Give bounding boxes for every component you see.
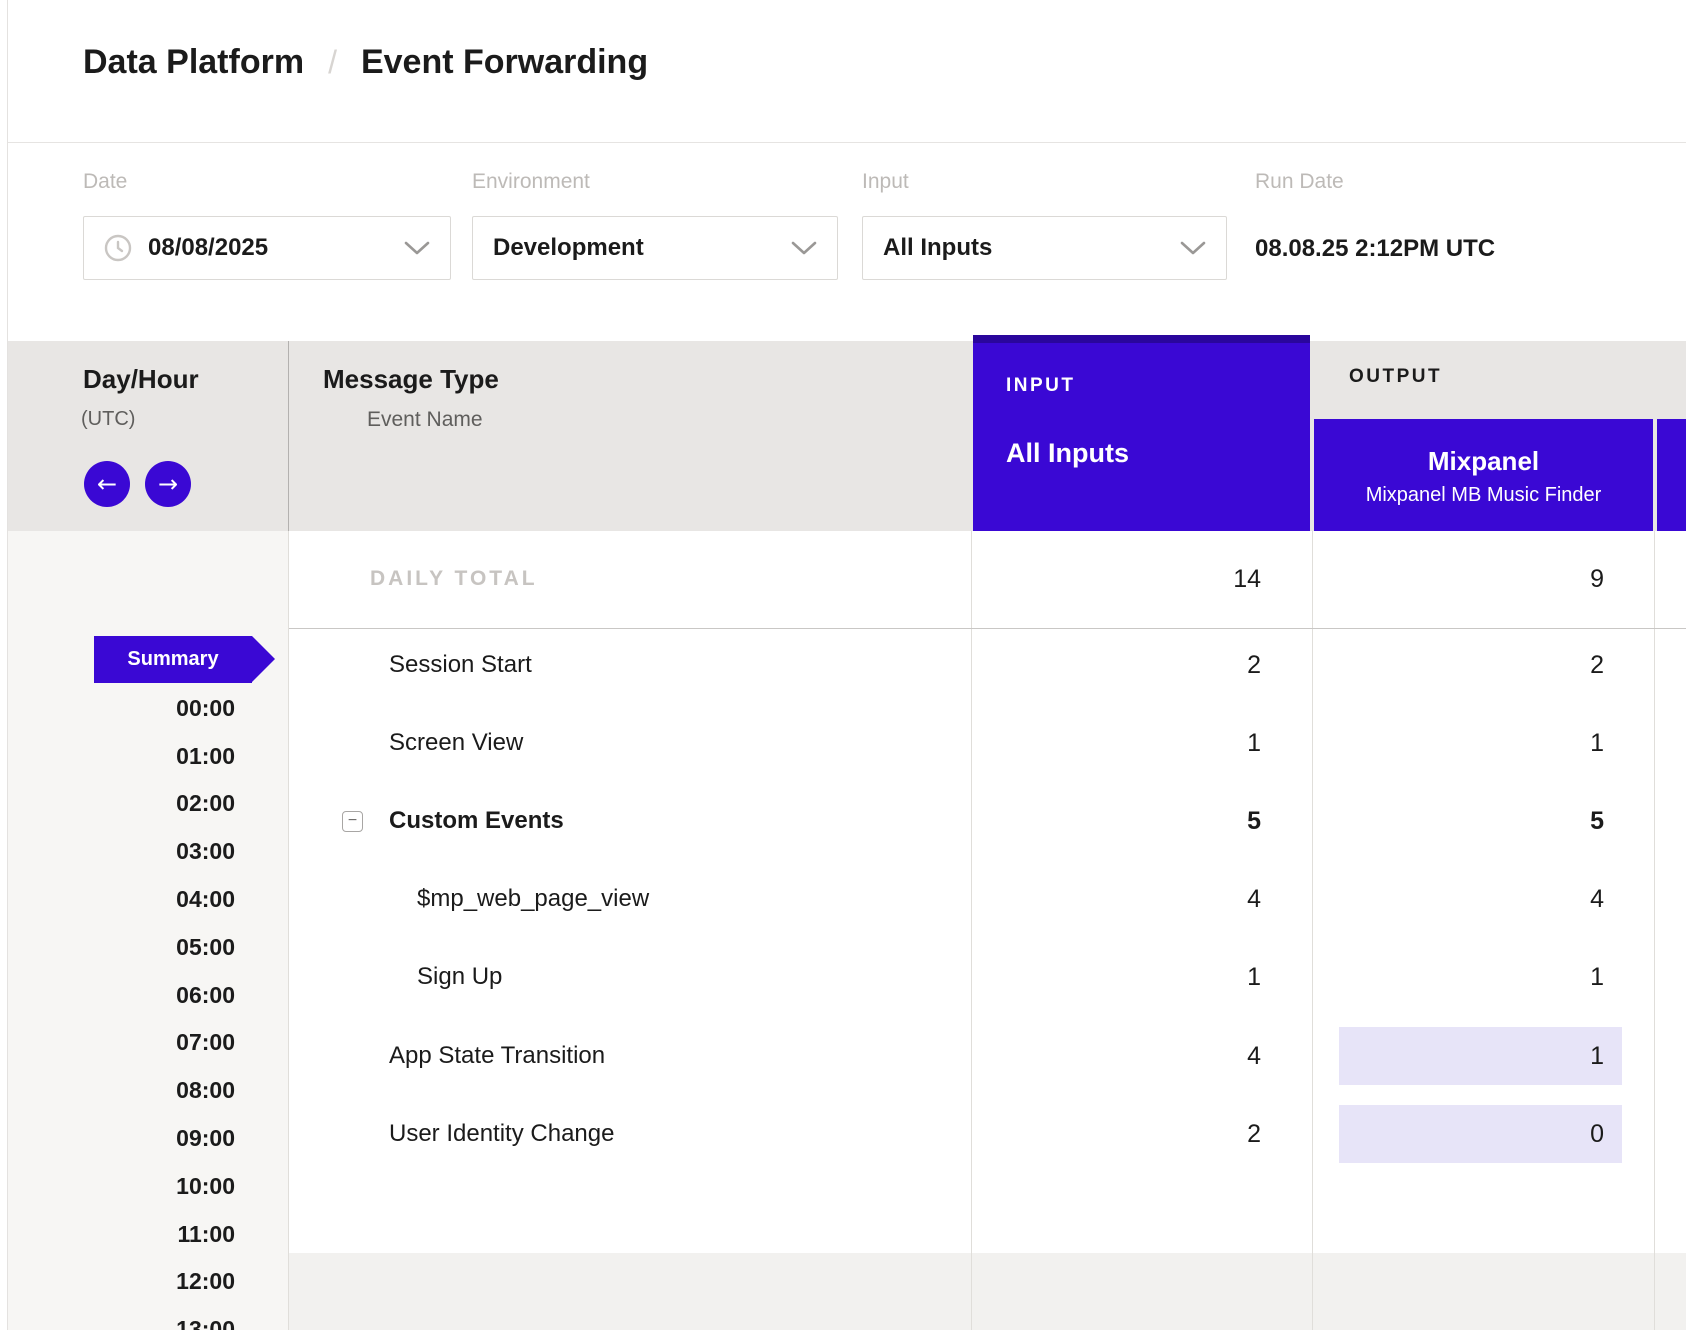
page-title: Event Forwarding	[361, 43, 648, 82]
date-dropdown[interactable]: 08/08/2025	[83, 216, 451, 280]
input-cell: 5	[1247, 806, 1261, 836]
output-column-header-mixpanel[interactable]: Mixpanel Mixpanel MB Music Finder	[1314, 419, 1653, 531]
hour-row-label: 05:00	[60, 934, 235, 960]
input-column-header[interactable]: INPUT All Inputs	[973, 335, 1310, 531]
output-cell: 4	[1590, 884, 1604, 914]
hour-row-label: 04:00	[60, 886, 235, 912]
environment-dropdown[interactable]: Development	[472, 216, 838, 280]
output-cell: 2	[1590, 650, 1604, 680]
event-forwarding-page: Data Platform / Event Forwarding Date En…	[0, 0, 1686, 1330]
output-column-header-partial[interactable]	[1657, 419, 1686, 531]
hour-row-label: 06:00	[60, 982, 235, 1008]
input-cell: 4	[1247, 1041, 1261, 1071]
breadcrumb-separator: /	[328, 44, 337, 81]
hour-row-label: 03:00	[60, 838, 235, 864]
column-divider	[1312, 531, 1313, 1330]
hour-row-label: 07:00	[60, 1029, 235, 1055]
row-label: App State Transition	[389, 1042, 605, 1070]
row-label: Custom Events	[389, 807, 564, 835]
input-cell: 1	[1247, 728, 1261, 758]
date-filter-label: Date	[83, 170, 127, 194]
output-cell: 1	[1590, 962, 1604, 992]
hour-row-label: 13:00	[60, 1316, 235, 1330]
summary-row-tab[interactable]: Summary	[94, 636, 252, 683]
chevron-down-icon	[404, 241, 430, 256]
hour-row-label: 12:00	[60, 1268, 235, 1294]
summary-label: Summary	[127, 648, 218, 671]
output-cell: 0	[1590, 1119, 1604, 1149]
clock-icon	[104, 234, 132, 262]
previous-day-button[interactable]: ←	[84, 461, 130, 507]
column-divider	[288, 531, 289, 1330]
row-label: Sign Up	[417, 963, 502, 991]
run-date-label: Run Date	[1255, 170, 1344, 194]
run-date-value: 08.08.25 2:12PM UTC	[1255, 235, 1495, 263]
input-filter-label: Input	[862, 170, 909, 194]
hour-row-label: 10:00	[60, 1173, 235, 1199]
row-label: User Identity Change	[389, 1120, 614, 1148]
arrow-right-icon: →	[158, 470, 178, 498]
day-hour-timezone: (UTC)	[81, 408, 135, 431]
column-divider	[971, 531, 972, 1330]
hour-row-label: 08:00	[60, 1077, 235, 1103]
highlighted-cell-user-identity-change[interactable]	[1339, 1105, 1622, 1163]
hour-row-label: 01:00	[60, 743, 235, 769]
table-footer-band	[289, 1253, 1686, 1330]
collapse-minus-icon[interactable]: −	[342, 811, 363, 832]
input-eyebrow: INPUT	[1006, 375, 1076, 397]
hour-row-label: 00:00	[60, 695, 235, 721]
column-divider	[1654, 531, 1655, 1330]
chevron-down-icon	[791, 241, 817, 256]
highlighted-cell-app-state-transition[interactable]	[1339, 1027, 1622, 1085]
environment-filter-label: Environment	[472, 170, 590, 194]
hour-row-label: 09:00	[60, 1125, 235, 1151]
output-column-title: Mixpanel	[1314, 446, 1653, 477]
breadcrumb: Data Platform / Event Forwarding	[83, 43, 648, 82]
row-label: Screen View	[389, 729, 523, 757]
input-value: All Inputs	[883, 234, 992, 262]
output-cell: 5	[1590, 806, 1604, 836]
daily-total-label: DAILY TOTAL	[370, 567, 538, 591]
daily-total-input-value: 14	[1233, 564, 1261, 594]
arrow-left-icon: ←	[97, 470, 117, 498]
input-cell: 4	[1247, 884, 1261, 914]
daily-total-divider	[289, 628, 1686, 629]
output-cell: 1	[1590, 728, 1604, 758]
input-column-top-strip	[973, 335, 1310, 343]
input-dropdown[interactable]: All Inputs	[862, 216, 1227, 280]
input-cell: 2	[1247, 1119, 1261, 1149]
day-hour-header: Day/Hour	[83, 364, 199, 395]
row-label: $mp_web_page_view	[417, 885, 649, 913]
breadcrumb-section[interactable]: Data Platform	[83, 43, 304, 82]
header-divider	[8, 142, 1686, 143]
event-name-subheader: Event Name	[367, 408, 483, 432]
input-column-title: All Inputs	[1006, 438, 1129, 469]
hour-row-label: 02:00	[60, 790, 235, 816]
output-eyebrow: OUTPUT	[1349, 366, 1442, 388]
row-label: Session Start	[389, 651, 532, 679]
next-day-button[interactable]: →	[145, 461, 191, 507]
input-cell: 2	[1247, 650, 1261, 680]
chevron-down-icon	[1180, 241, 1206, 256]
date-value: 08/08/2025	[148, 234, 268, 262]
output-cell: 1	[1590, 1041, 1604, 1071]
environment-value: Development	[493, 234, 644, 262]
header-column-divider	[288, 341, 289, 531]
summary-tab-arrow-tip	[252, 636, 275, 682]
hour-row-label: 11:00	[60, 1221, 235, 1247]
daily-total-output-value: 9	[1590, 564, 1604, 594]
output-column-subtitle: Mixpanel MB Music Finder	[1314, 484, 1653, 507]
input-cell: 1	[1247, 962, 1261, 992]
message-type-header: Message Type	[323, 364, 499, 395]
